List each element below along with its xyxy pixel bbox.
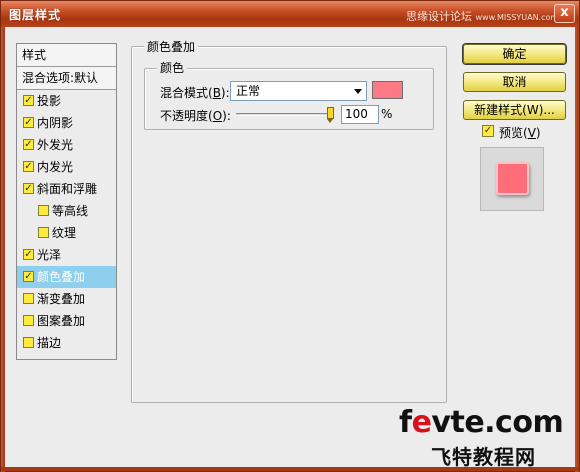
title-watermark-text: 思缘设计论坛 bbox=[406, 10, 472, 23]
right-window-border bbox=[575, 27, 579, 472]
opacity-slider-track[interactable] bbox=[236, 113, 334, 116]
opacity-label-suffix: ): bbox=[222, 109, 231, 123]
style-item-checkbox[interactable]: ✓ bbox=[23, 271, 34, 282]
layer-style-dialog: 图层样式 思缘设计论坛 www.MISSYUAN.com x 样式 混合选项:默… bbox=[0, 0, 580, 472]
style-item[interactable]: ✓ 内阴影 bbox=[17, 112, 116, 134]
opacity-slider-thumb[interactable] bbox=[327, 107, 334, 123]
new-style-button[interactable]: 新建样式(W)... bbox=[463, 100, 566, 120]
overlay-color-swatch[interactable] bbox=[372, 81, 403, 99]
style-item-checkbox[interactable]: ✓ bbox=[23, 139, 34, 150]
style-item-checkbox[interactable]: ✓ bbox=[23, 95, 34, 106]
style-item-label: 内阴影 bbox=[37, 116, 74, 130]
style-item[interactable]: 描边 bbox=[17, 332, 116, 354]
preview-accesskey: V bbox=[527, 126, 536, 140]
style-item-label: 外发光 bbox=[37, 138, 74, 152]
style-item-checkbox[interactable]: ✓ bbox=[23, 117, 34, 128]
watermark-domain-rest: vte.com bbox=[431, 405, 564, 440]
title-bar[interactable]: 图层样式 思缘设计论坛 www.MISSYUAN.com x bbox=[1, 1, 579, 27]
blending-options-item[interactable]: 混合选项:默认 bbox=[17, 67, 116, 90]
style-item[interactable]: 纹理 bbox=[17, 222, 116, 244]
color-group-title: 颜色 bbox=[157, 59, 188, 76]
style-item-checkbox[interactable]: ✓ bbox=[23, 161, 34, 172]
style-item-label: 等高线 bbox=[52, 204, 89, 218]
style-item[interactable]: 等高线 bbox=[17, 200, 116, 222]
style-preview bbox=[480, 147, 544, 211]
style-item-checkbox[interactable] bbox=[23, 315, 34, 326]
style-items: ✓ 投影 ✓ 内阴影 ✓ 外发光 ✓ 内发光 ✓ 斜面和浮雕 等高线 纹理 ✓ 光泽 ✓ 颜色叠加 渐变叠加 图案… bbox=[17, 90, 116, 354]
style-item-label: 渐变叠加 bbox=[37, 292, 86, 306]
blend-mode-accesskey: B bbox=[212, 86, 221, 100]
opacity-label-text: 不透明度( bbox=[160, 109, 213, 123]
opacity-accesskey: O bbox=[212, 109, 223, 123]
style-list: 样式 混合选项:默认 ✓ 投影 ✓ 内阴影 ✓ 外发光 ✓ 内发光 ✓ 斜面和浮雕 等高线 纹理 ✓ 光泽… bbox=[16, 43, 117, 360]
preview-checkbox[interactable]: ✓ bbox=[482, 125, 494, 137]
watermark-domain-prefix: f bbox=[399, 405, 412, 440]
dialog-title: 图层样式 bbox=[9, 8, 62, 22]
style-item[interactable]: ✓ 斜面和浮雕 bbox=[17, 178, 116, 200]
preview-label-suffix: ) bbox=[535, 126, 541, 140]
preview-label-text: 预览( bbox=[499, 126, 528, 140]
blend-mode-select[interactable]: 正常 bbox=[230, 81, 367, 101]
style-item-checkbox[interactable] bbox=[38, 205, 49, 216]
close-icon: x bbox=[560, 5, 569, 20]
watermark-domain-e: e bbox=[411, 405, 432, 440]
cancel-button[interactable]: 取消 bbox=[463, 72, 566, 92]
blend-mode-value: 正常 bbox=[236, 84, 261, 98]
styles-header[interactable]: 样式 bbox=[17, 44, 116, 67]
style-item-checkbox[interactable]: ✓ bbox=[23, 183, 34, 194]
opacity-label: 不透明度(O): bbox=[160, 107, 231, 124]
style-item-label: 投影 bbox=[37, 94, 62, 108]
preview-label: 预览(V) bbox=[499, 124, 541, 141]
ok-button[interactable]: 确定 bbox=[463, 44, 566, 64]
title-watermark: 思缘设计论坛 www.MISSYUAN.com bbox=[406, 8, 558, 24]
site-watermark-domain: fevte.com bbox=[399, 405, 564, 440]
left-window-border bbox=[1, 27, 5, 472]
opacity-unit: % bbox=[381, 107, 393, 121]
style-item[interactable]: 图案叠加 bbox=[17, 310, 116, 332]
style-item[interactable]: 渐变叠加 bbox=[17, 288, 116, 310]
style-item-label: 图案叠加 bbox=[37, 314, 86, 328]
chevron-down-icon bbox=[354, 89, 362, 94]
blend-mode-label-suffix: ): bbox=[220, 86, 230, 100]
style-item[interactable]: ✓ 投影 bbox=[17, 90, 116, 112]
style-item[interactable]: ✓ 内发光 bbox=[17, 156, 116, 178]
style-item-label: 光泽 bbox=[37, 248, 62, 262]
style-item-checkbox[interactable] bbox=[38, 227, 49, 238]
close-button[interactable]: x bbox=[554, 4, 575, 23]
style-item[interactable]: ✓ 光泽 bbox=[17, 244, 116, 266]
preview-swatch bbox=[496, 162, 529, 195]
style-item[interactable]: ✓ 外发光 bbox=[17, 134, 116, 156]
style-item-checkbox[interactable] bbox=[23, 337, 34, 348]
style-item-checkbox[interactable]: ✓ bbox=[23, 249, 34, 260]
color-overlay-title: 颜色叠加 bbox=[144, 38, 199, 55]
style-item-label: 斜面和浮雕 bbox=[37, 182, 98, 196]
style-item-label: 内发光 bbox=[37, 160, 74, 174]
blend-mode-label: 混合模式(B): bbox=[160, 84, 230, 101]
style-item-label: 描边 bbox=[37, 336, 62, 350]
style-item-label: 颜色叠加 bbox=[37, 270, 86, 284]
style-item-checkbox[interactable] bbox=[23, 293, 34, 304]
opacity-input[interactable]: 100 bbox=[341, 105, 379, 124]
style-item-label: 纹理 bbox=[52, 226, 77, 240]
blend-mode-label-text: 混合模式( bbox=[160, 86, 213, 100]
title-watermark-url: www.MISSYUAN.com bbox=[475, 13, 559, 22]
site-watermark-chinese: 飞特教程网 bbox=[431, 445, 536, 469]
style-item[interactable]: ✓ 颜色叠加 bbox=[17, 266, 116, 288]
